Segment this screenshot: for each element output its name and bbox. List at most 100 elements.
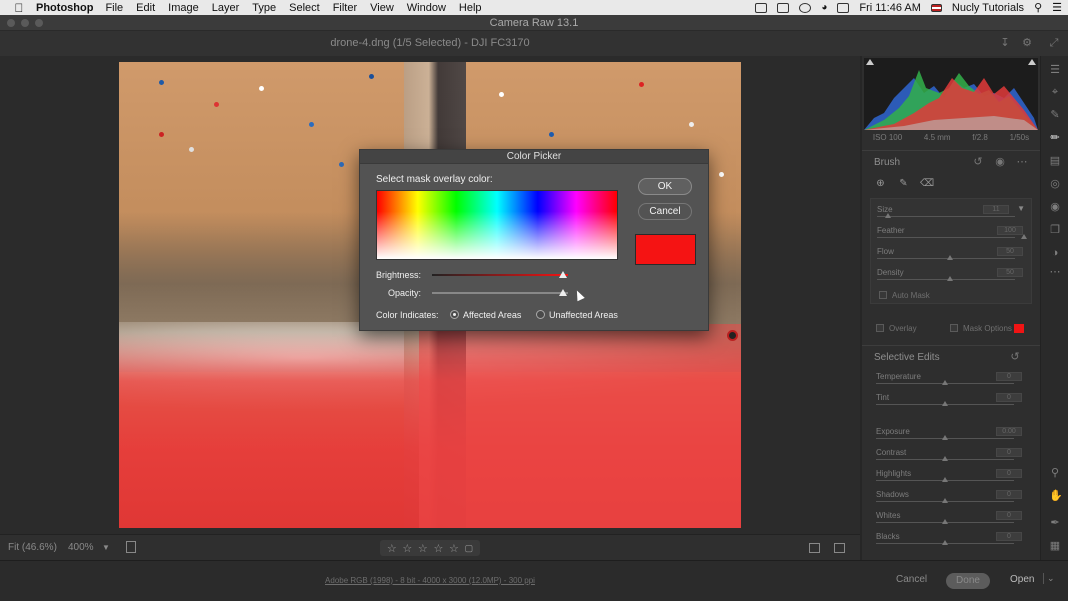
slider-thumb[interactable] — [942, 435, 948, 440]
filmstrip-icon[interactable] — [126, 541, 136, 553]
red-eye-icon[interactable]: ◉ — [1049, 201, 1061, 213]
slider-value[interactable]: 0 — [996, 490, 1022, 499]
slider-track[interactable] — [877, 258, 1015, 259]
mask-options-checkbox[interactable] — [950, 324, 958, 332]
slider-value[interactable]: 11 — [983, 205, 1009, 214]
opacity-slider[interactable] — [432, 292, 568, 294]
slider-thumb[interactable] — [947, 255, 953, 260]
slider-thumb[interactable] — [942, 456, 948, 461]
slider-thumb[interactable] — [942, 401, 948, 406]
slider-track[interactable] — [877, 216, 1015, 217]
slider-value[interactable]: 0 — [996, 393, 1022, 402]
chevron-down-icon[interactable]: ▼ — [1017, 204, 1025, 213]
slider-value[interactable]: 50 — [997, 247, 1023, 256]
slider-value[interactable]: 50 — [997, 268, 1023, 277]
apple-logo-icon[interactable]:  — [12, 1, 26, 15]
before-after-icon[interactable] — [834, 543, 845, 553]
menu-file[interactable]: File — [105, 2, 123, 14]
star-icon[interactable]: ☆ — [387, 542, 397, 555]
slider-thumb[interactable] — [942, 519, 948, 524]
star-icon[interactable]: ☆ — [449, 542, 459, 555]
brush-icon[interactable]: ✎ — [897, 177, 910, 190]
chevron-down-icon[interactable]: ▼ — [102, 543, 110, 552]
slider-value[interactable]: 0 — [996, 469, 1022, 478]
trash-icon[interactable]: ▢ — [465, 543, 474, 554]
size-slider[interactable]: Size 11 ▼ — [877, 204, 1027, 225]
affected-areas-label[interactable]: Affected Areas — [463, 310, 521, 320]
slider-track[interactable] — [877, 279, 1015, 280]
menu-layer[interactable]: Layer — [212, 2, 240, 14]
feather-slider[interactable]: Feather 100 — [877, 226, 1027, 246]
screen-record-icon[interactable] — [755, 2, 768, 13]
temperature-slider[interactable]: Temperature 0 — [876, 372, 1026, 392]
exposure-slider[interactable]: Exposure 0.00 — [876, 427, 1026, 447]
add-brush-icon[interactable]: ⊕ — [874, 177, 887, 190]
slider-thumb[interactable] — [942, 477, 948, 482]
workflow-options-link[interactable]: Adobe RGB (1998) - 8 bit - 4000 x 3000 (… — [0, 576, 860, 585]
affected-areas-radio[interactable] — [450, 310, 459, 319]
more-tools-icon[interactable]: ⋯ — [1049, 266, 1061, 278]
done-button[interactable]: Done — [946, 573, 990, 589]
reset-icon[interactable]: ↺ — [972, 156, 984, 168]
zoom-fit-button[interactable]: Fit (46.6%) — [8, 542, 57, 553]
slider-thumb[interactable] — [947, 276, 953, 281]
slider-thumb[interactable] — [942, 498, 948, 503]
star-icon[interactable]: ☆ — [402, 542, 412, 555]
fullscreen-icon[interactable]: ⤢ — [1048, 37, 1060, 49]
hand-icon[interactable]: ✋ — [1049, 490, 1063, 502]
crop-icon[interactable]: ⌖ — [1049, 86, 1061, 98]
zoom-level-button[interactable]: 400% — [68, 542, 94, 553]
presets-icon[interactable]: ◑ — [1049, 247, 1061, 259]
control-center-icon[interactable]: ☰ — [1052, 1, 1062, 14]
star-icon[interactable]: ☆ — [433, 542, 443, 555]
overlay-checkbox[interactable] — [876, 324, 884, 332]
slider-track[interactable] — [877, 237, 1015, 238]
user-name[interactable]: Nucly Tutorials — [952, 2, 1024, 14]
radial-filter-icon[interactable]: ◎ — [1049, 178, 1061, 190]
slider-value[interactable]: 0 — [996, 448, 1022, 457]
menu-image[interactable]: Image — [168, 2, 199, 14]
eyedropper-icon[interactable]: ✒ — [1049, 517, 1061, 529]
density-slider[interactable]: Density 50 — [877, 268, 1027, 288]
menu-window[interactable]: Window — [407, 2, 446, 14]
star-icon[interactable]: ☆ — [418, 542, 428, 555]
brightness-slider[interactable] — [432, 274, 568, 276]
cancel-button[interactable]: Cancel — [638, 203, 692, 220]
slider-value[interactable]: 0 — [996, 511, 1022, 520]
more-options-icon[interactable]: ⋯ — [1016, 156, 1028, 168]
menu-app-name[interactable]: Photoshop — [36, 2, 93, 14]
color-spectrum[interactable] — [376, 190, 618, 260]
graduated-filter-icon[interactable]: ▤ — [1049, 155, 1061, 167]
menu-filter[interactable]: Filter — [333, 2, 357, 14]
menu-view[interactable]: View — [370, 2, 394, 14]
slider-value[interactable]: 0 — [996, 372, 1022, 381]
slider-thumb[interactable] — [1021, 234, 1027, 239]
clock[interactable]: Fri 11:46 AM — [859, 2, 921, 14]
brush-pin[interactable] — [727, 330, 738, 341]
wifi-icon[interactable]: ◕ — [821, 2, 827, 13]
brightness-slider-thumb[interactable] — [558, 271, 567, 278]
histogram[interactable] — [864, 58, 1038, 130]
auto-mask-checkbox[interactable] — [879, 291, 887, 299]
menu-help[interactable]: Help — [459, 2, 482, 14]
cancel-button[interactable]: Cancel — [896, 574, 927, 585]
healing-icon[interactable]: ✎ — [1049, 109, 1061, 121]
visibility-icon[interactable]: ◉ — [994, 156, 1006, 168]
slider-thumb[interactable] — [942, 540, 948, 545]
whites-slider[interactable]: Whites 0 — [876, 511, 1026, 531]
highlight-clipping-icon[interactable] — [1028, 59, 1036, 65]
display-icon[interactable] — [837, 2, 850, 13]
flow-slider[interactable]: Flow 50 — [877, 247, 1027, 267]
adjustment-brush-icon[interactable]: ✏ — [1049, 132, 1061, 144]
shadow-clipping-icon[interactable] — [866, 59, 874, 65]
blacks-slider[interactable]: Blacks 0 — [876, 532, 1026, 552]
edit-sliders-icon[interactable]: ☰ — [1049, 64, 1061, 76]
unaffected-areas-label[interactable]: Unaffected Areas — [549, 310, 618, 320]
grid-icon[interactable]: ▦ — [1049, 540, 1061, 552]
snapshots-icon[interactable]: ❐ — [1049, 224, 1061, 236]
dialog-titlebar[interactable]: Color Picker — [360, 150, 708, 164]
opacity-slider-thumb[interactable] — [558, 289, 567, 296]
shadows-slider[interactable]: Shadows 0 — [876, 490, 1026, 510]
menu-type[interactable]: Type — [252, 2, 276, 14]
mask-color-swatch[interactable] — [1014, 324, 1024, 333]
